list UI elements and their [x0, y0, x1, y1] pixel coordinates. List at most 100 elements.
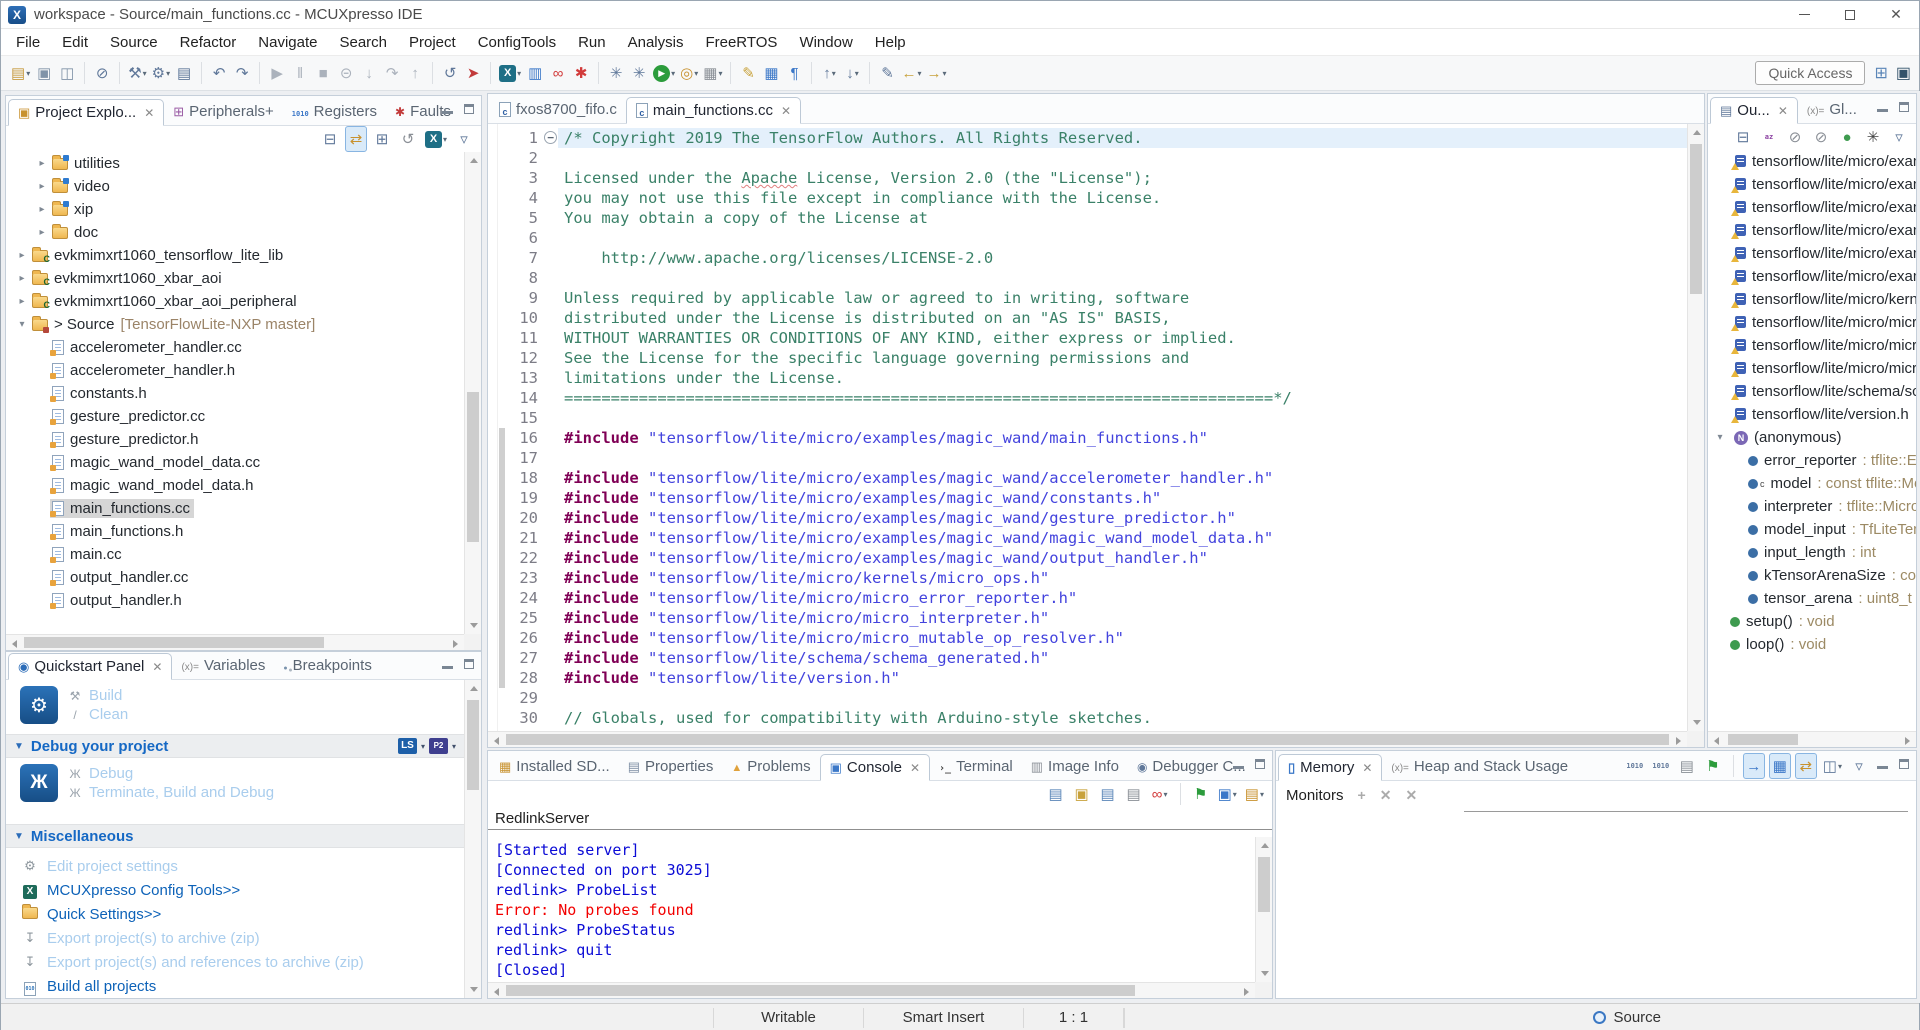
pin-icon[interactable]: ⚑ — [1190, 781, 1212, 807]
outline-member-tensor_arena[interactable]: tensor_arena : uint8_t — [1708, 587, 1916, 610]
close-tab-icon[interactable]: ✕ — [1362, 761, 1372, 775]
collapse-all-icon[interactable]: ⊟ — [1732, 124, 1754, 150]
tree-item-evkmimxrt1060-xbar-aoi[interactable]: ▸evkmimxrt1060_xbar_aoi — [6, 267, 464, 290]
config-tools-icon[interactable]: X▾ — [497, 60, 523, 86]
maximize-window-button[interactable] — [1827, 1, 1873, 28]
tree-item-evkmimxrt1060-tensorflow-lite-lib[interactable]: ▸evkmimxrt1060_tensorflow_lite_lib — [6, 244, 464, 267]
outline-tree[interactable]: tensorflow/lite/micro/examples/magic_wan… — [1708, 150, 1916, 731]
prev-annotation-icon[interactable]: ↑▾ — [818, 60, 840, 86]
table-rendering-icon[interactable]: ▦ — [1769, 753, 1791, 779]
new-memory-view-icon[interactable]: ▤ — [1676, 753, 1698, 779]
outline-include[interactable]: tensorflow/lite/micro/kernels/micro_ops.… — [1708, 288, 1916, 311]
link-console-icon[interactable]: ∞▾ — [1149, 781, 1171, 807]
build-config-icon[interactable]: ⚙▾ — [150, 60, 172, 86]
menu-file[interactable]: File — [5, 34, 51, 51]
tree-item-gesture-predictor-h[interactable]: gesture_predictor.h — [6, 428, 464, 451]
outline-include[interactable]: tensorflow/lite/micro/micro_mutable_op_r… — [1708, 357, 1916, 380]
minimize-panel-icon[interactable] — [442, 111, 453, 114]
chevron-right-icon[interactable]: ▸ — [14, 250, 30, 261]
close-tab-icon[interactable]: ✕ — [910, 761, 920, 775]
skip-all-breakpoints-icon[interactable]: ⊘ — [91, 60, 113, 86]
chevron-right-icon[interactable]: ▸ — [34, 158, 50, 169]
tree-item-main-cc[interactable]: main.cc — [6, 543, 464, 566]
chevron-right-icon[interactable]: ▸ — [34, 227, 50, 238]
show-whitespace-icon[interactable]: ¶ — [783, 60, 805, 86]
minimize-panel-icon[interactable] — [1877, 109, 1888, 112]
resume-icon[interactable]: ▶ — [266, 60, 288, 86]
console-vscrollbar[interactable] — [1255, 837, 1272, 982]
hide-inactive-icon[interactable]: ✳ — [1862, 124, 1884, 150]
menu-source[interactable]: Source — [99, 34, 169, 51]
outline-include[interactable]: tensorflow/lite/micro/examples/magic_wan… — [1708, 173, 1916, 196]
project-tree[interactable]: ▸utilities▸video▸xip▸doc▸evkmimxrt1060_t… — [6, 152, 464, 634]
menu-edit[interactable]: Edit — [51, 34, 99, 51]
switch-layout-icon[interactable]: ⇄ — [1795, 753, 1817, 779]
editor-hscrollbar[interactable] — [488, 731, 1687, 747]
tree-item-output-handler-h[interactable]: output_handler.h — [6, 589, 464, 612]
outline-include[interactable]: tensorflow/lite/schema/schema_generated.… — [1708, 380, 1916, 403]
install-sdk-icon[interactable]: ▥ — [524, 60, 546, 86]
quickstart-vscrollbar[interactable] — [464, 680, 481, 998]
tab-properties[interactable]: Properties — [619, 753, 723, 780]
tab-breakpoints[interactable]: Breakpoints — [274, 652, 380, 679]
editor-vscrollbar[interactable] — [1687, 124, 1704, 731]
quickstart-misc-mcuxpresso-config-tools[interactable]: XMCUXpresso Config Tools>> — [22, 878, 464, 902]
outline-include[interactable]: tensorflow/lite/micro/examples/magic_wan… — [1708, 150, 1916, 173]
menu-freertos[interactable]: FreeRTOS — [694, 34, 788, 51]
develop-perspective-icon[interactable]: ▣ — [1896, 63, 1911, 83]
outline-member-input_length[interactable]: input_length : int — [1708, 541, 1916, 564]
open-console-icon[interactable]: ▤▾ — [1243, 781, 1266, 807]
outline-include[interactable]: tensorflow/lite/micro/examples/magic_wan… — [1708, 265, 1916, 288]
project-tree-vscrollbar[interactable] — [464, 152, 481, 634]
tree-item-main-functions-h[interactable]: main_functions.h — [6, 520, 464, 543]
collapse-section-icon[interactable]: ▼ — [14, 831, 24, 842]
outline-function-loop[interactable]: loop() : void — [1708, 633, 1916, 656]
tab-gl[interactable]: Gl... — [1798, 96, 1866, 123]
next-annotation-icon[interactable]: ↓▾ — [841, 60, 863, 86]
probe-discovery-icon[interactable]: ✱ — [570, 60, 592, 86]
code-area[interactable]: /* Copyright 2019 The TensorFlow Authors… — [558, 124, 1687, 731]
outline-member-interpreter[interactable]: interpreter : tflite::MicroInterpreter — [1708, 495, 1916, 518]
link-side-panel-icon[interactable]: → — [1743, 753, 1765, 779]
tree-item-accelerometer-handler-cc[interactable]: accelerometer_handler.cc — [6, 336, 464, 359]
link-server-icon[interactable]: ∞ — [547, 60, 569, 86]
redo-icon[interactable]: ↷ — [231, 60, 253, 86]
pencil-edit-icon[interactable]: ✎ — [737, 60, 759, 86]
tab-main-functions-cc[interactable]: main_functions.cc✕ — [626, 97, 801, 124]
annotation-ruler[interactable] — [488, 124, 498, 731]
refresh-icon[interactable]: ↺ — [397, 126, 419, 152]
chevron-down-icon[interactable]: ▾ — [1712, 432, 1728, 443]
import-memory-icon[interactable]: 1010 — [1650, 753, 1672, 779]
collapse-section-icon[interactable]: ▼ — [14, 741, 24, 752]
outline-member-model[interactable]: cmodel : const tflite::Model — [1708, 472, 1916, 495]
view-menu-icon[interactable]: ▿ — [1888, 124, 1910, 150]
tab-heap-and-stack-usage[interactable]: Heap and Stack Usage — [1382, 753, 1577, 780]
tree-item-output-handler-cc[interactable]: output_handler.cc — [6, 566, 464, 589]
tree-item-utilities[interactable]: ▸utilities — [6, 152, 464, 175]
display-selected-icon[interactable]: ▣▾ — [1216, 781, 1239, 807]
minimize-panel-icon[interactable] — [1877, 766, 1888, 769]
new-wizard-icon[interactable]: ▤▾ — [9, 60, 32, 86]
clean-markers-icon[interactable]: ✳ — [605, 60, 627, 86]
tree-item-source[interactable]: ▾> Source [TensorFlowLite-NXP master] — [6, 313, 464, 336]
sort-az-icon[interactable]: az — [1758, 124, 1780, 150]
collapse-all-icon[interactable]: ⊟ — [319, 126, 341, 152]
tab-fxos8700-fifo-c[interactable]: fxos8700_fifo.c — [490, 96, 626, 123]
tab-image-info[interactable]: Image Info — [1022, 753, 1128, 780]
outline-member-model_input[interactable]: model_input : TfLiteTensor — [1708, 518, 1916, 541]
tree-item-constants-h[interactable]: constants.h — [6, 382, 464, 405]
close-window-button[interactable]: ✕ — [1873, 1, 1919, 28]
menu-refactor[interactable]: Refactor — [169, 34, 248, 51]
close-tab-icon[interactable]: ✕ — [1778, 104, 1788, 118]
fold-collapse-icon[interactable]: − — [544, 131, 557, 144]
console-output[interactable]: [Started server][Connected on port 3025]… — [488, 837, 1255, 982]
tab-installed-sd[interactable]: Installed SD... — [490, 753, 619, 780]
line-number-gutter[interactable]: 1234567891011121314151617181920212223242… — [507, 124, 543, 731]
image-report-icon[interactable]: ▦ — [760, 60, 782, 86]
chevron-right-icon[interactable]: ▸ — [34, 181, 50, 192]
minimize-window-button[interactable] — [1781, 1, 1827, 28]
chevron-down-icon[interactable]: ▾ — [14, 319, 30, 330]
chevron-right-icon[interactable]: ▸ — [14, 296, 30, 307]
chevron-right-icon[interactable]: ▸ — [14, 273, 30, 284]
outline-member-error_reporter[interactable]: error_reporter : tflite::ErrorReporter — [1708, 449, 1916, 472]
